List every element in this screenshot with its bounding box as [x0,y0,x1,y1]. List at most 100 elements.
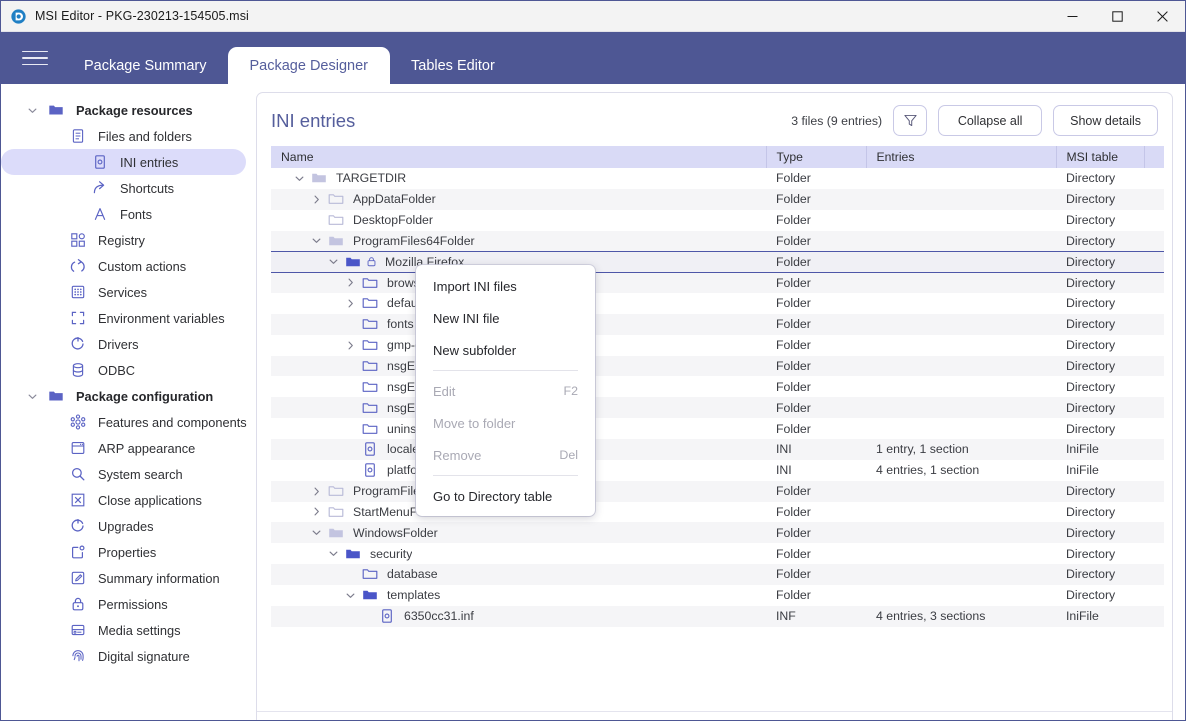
row-expander[interactable] [308,506,325,517]
sidebar-item-ini-entries[interactable]: INI entries [1,149,246,175]
chevron-right-icon [314,507,319,516]
context-menu-item-go-to-directory-table[interactable]: Go to Directory table [416,484,595,508]
row-expander[interactable] [308,194,325,205]
sidebar-item-package-resources[interactable]: Package resources [1,97,246,123]
close-button[interactable] [1140,1,1185,32]
cell-spacer [1144,335,1164,356]
sidebar-item-arp-appearance[interactable]: ARP appearance [1,435,246,461]
sidebar-item-properties[interactable]: Properties [1,539,246,565]
table-row[interactable]: templates Folder Directory [271,585,1164,606]
column-header-entries[interactable]: Entries [866,146,1057,168]
tab-tables-editor[interactable]: Tables Editor [390,48,516,84]
sidebar-item-package-configuration[interactable]: Package configuration [1,383,246,409]
column-header-name[interactable]: Name [271,146,767,168]
cell-type: INI [766,438,866,460]
cell-msi-table: IniFile [1066,463,1099,478]
cell-entries [866,272,1056,294]
font-letter-a-icon [87,206,113,222]
row-expander[interactable] [308,486,325,497]
context-menu-item-import-ini-files[interactable]: Import INI files [416,274,595,298]
row-expander[interactable] [291,173,308,184]
cell-spacer [1144,480,1164,502]
table-row[interactable]: platform.iniINI4 entries, 1 sectionIniFi… [271,460,1164,481]
context-menu-item-new-subfolder[interactable]: New subfolder [416,338,595,362]
sidebar-item-system-search[interactable]: System search [1,461,246,487]
table-row[interactable]: 6350cc31.inf INF 4 entries, 3 sections IniF… [271,605,1164,627]
cell-type: Folder [766,188,866,210]
sidebar-item-odbc[interactable]: ODBC [1,357,246,383]
column-header-msi-table[interactable]: MSI table [1056,146,1145,168]
sidebar-item-upgrades[interactable]: Upgrades [1,513,246,539]
row-expander[interactable] [308,527,325,538]
collapse-all-button[interactable]: Collapse all [938,105,1043,136]
row-expander[interactable] [342,590,359,601]
sidebar-item-services[interactable]: Services [1,279,246,305]
hamburger-menu-icon[interactable] [22,45,48,71]
row-expander[interactable] [325,256,342,267]
table-row[interactable]: WindowsFolder Folder Directory [271,522,1164,544]
table-row[interactable]: TARGETDIR Folder Directory [271,168,1164,189]
sidebar-item-permissions[interactable]: Permissions [1,591,246,617]
table-row[interactable]: database Folder Directory [271,564,1164,585]
row-expander[interactable] [325,548,342,559]
filter-button[interactable] [893,105,928,136]
maximize-button[interactable] [1095,1,1140,32]
table-row[interactable]: StartMenuFolder Folder Directory [271,502,1164,523]
sidebar-item-media-settings[interactable]: Media settings [1,617,246,643]
row-expander[interactable] [308,235,325,246]
sidebar-item-digital-signature[interactable]: Digital signature [1,643,246,669]
table-row[interactable]: nsgEB11.tmpFolderDirectory [271,376,1164,397]
sidebar-item-label: ARP appearance [98,440,196,456]
sidebar-item-files-and-folders[interactable]: Files and folders [1,123,246,149]
title-bar: MSI Editor - PKG-230213-154505.msi [1,1,1185,32]
show-details-button[interactable]: Show details [1053,105,1158,136]
tab-package-summary[interactable]: Package Summary [63,48,228,84]
cell-entries [866,585,1056,606]
table-row[interactable]: nsgEB10.tmpFolderDirectory [271,355,1164,377]
table-row[interactable]: AppDataFolder Folder Directory [271,188,1164,210]
table-row[interactable]: locale.ini INI 1 entry, 1 section IniFile [271,438,1164,460]
table-row[interactable]: Mozilla Firefox Folder Directory [271,250,1164,273]
table-row[interactable]: ProgramFilesFolder Folder Directory [271,480,1164,502]
table-row[interactable]: uninstall Folder Directory [271,418,1164,439]
cell-msi-table: Directory [1056,188,1144,210]
row-expander[interactable] [342,340,359,351]
sidebar-item-close-applications[interactable]: Close applications [1,487,246,513]
refresh-circle-icon [65,336,91,352]
column-header-type[interactable]: Type [766,146,867,168]
sidebar-item-custom-actions[interactable]: Custom actions [1,253,246,279]
table-row[interactable]: nsgEB12.tmpFolderDirectory [271,397,1164,419]
atom-nodes-icon [65,414,91,430]
sidebar-item-environment-variables[interactable]: Environment variables [1,305,246,331]
chevron-down-icon [295,176,304,181]
row-expander[interactable] [342,277,359,288]
sidebar-item-features-and-components[interactable]: Features and components [1,409,247,435]
ini-entries-panel: INI entries 3 files (9 entries) Collapse… [256,92,1173,720]
table-row[interactable]: DesktopFolder Folder Directory [271,210,1164,231]
sidebar-item-drivers[interactable]: Drivers [1,331,246,357]
folder-outline-blue-icon [359,337,381,353]
sidebar-item-registry[interactable]: Registry [1,227,246,253]
row-expander[interactable] [342,298,359,309]
table-row[interactable]: fonts Folder Directory [271,313,1164,335]
sidebar-item-fonts[interactable]: Fonts [1,201,246,227]
sidebar-item-chevron[interactable] [21,391,43,402]
curved-arrow-icon [65,258,91,274]
table-row[interactable]: defaults Folder Directory [271,293,1164,314]
context-menu: Import INI files New INI file New subfolde… [416,265,595,516]
cell-type: Folder [766,272,866,294]
cell-type: Folder [776,213,811,228]
table-row[interactable]: gmp-clearkeyFolderDirectory [271,335,1164,356]
minimize-button[interactable] [1050,1,1095,32]
table-row[interactable]: security Folder Directory [271,543,1164,564]
sidebar-item-shortcuts[interactable]: Shortcuts [1,175,246,201]
cell-name: ProgramFiles64Folder [271,230,766,252]
sidebar-item-chevron[interactable] [21,105,43,116]
table-row[interactable]: ProgramFiles64Folder Folder Directory [271,230,1164,252]
cell-name: WindowsFolder [271,522,766,544]
cell-msi-table: Directory [1066,504,1116,519]
table-row[interactable]: browser Folder Directory [271,272,1164,294]
tab-package-designer[interactable]: Package Designer [227,47,390,84]
sidebar-item-summary-information[interactable]: Summary information [1,565,246,591]
context-menu-item-new-ini-file[interactable]: New INI file [416,306,595,330]
